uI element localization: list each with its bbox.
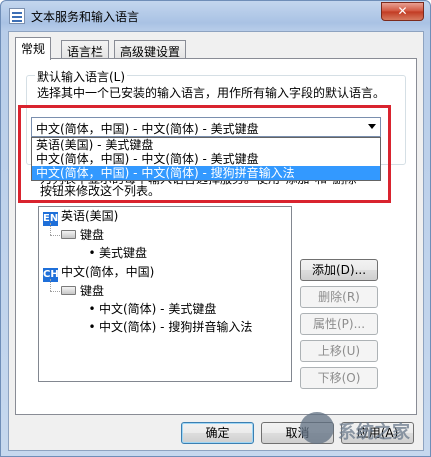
tree-node-chinese[interactable]: CH 中文(简体，中国) [43,264,155,282]
bullet-icon: • [88,320,96,334]
remove-button[interactable]: 删除(R) [300,286,378,308]
default-language-description: 选择其中一个已安装的输入语言，用作所有输入字段的默认语言。 [37,86,386,100]
tab-advanced-key-settings[interactable]: 高级键设置 [114,40,187,59]
tree-connector [50,291,60,292]
chevron-down-icon[interactable] [368,124,376,129]
tree-item-english-us-keyboard[interactable]: • 美式键盘 [85,245,147,261]
default-language-dropdown[interactable]: 中文(简体，中国) - 中文(简体) - 美式键盘 [31,117,381,137]
tree-node-english-label: 英语(美国) [61,209,119,223]
tree-node-chinese-keyboard[interactable]: 键盘 [61,283,104,299]
tree-connector [50,235,60,236]
window-title: 文本服务和输入语言 [31,10,140,24]
dropdown-option-chinese-sogou[interactable]: 中文(简体，中国) - 中文(简体) - 搜狗拼音输入法 [32,166,380,180]
tree-item-chinese-sogou[interactable]: • 中文(简体) - 搜狗拼音输入法 [85,319,252,335]
default-language-group-title: 默认输入语言(L) [35,68,128,85]
cancel-button[interactable]: 取消 [261,422,334,444]
bullet-icon: • [88,246,96,260]
tree-node-chinese-label: 中文(简体，中国) [61,265,155,279]
tree-connector [50,279,51,291]
tree-node-english[interactable]: EN 英语(美国) [43,208,119,226]
title-bar[interactable]: 文本服务和输入语言 ✕ [1,1,430,31]
tree-node-english-keyboard[interactable]: 键盘 [61,227,104,243]
dropdown-option-english-us[interactable]: 英语(美国) - 美式键盘 [32,138,380,152]
tree-item-chinese-us-keyboard-label: 中文(简体) - 美式键盘 [99,302,217,316]
tree-node-english-keyboard-label: 键盘 [80,228,105,242]
move-up-button[interactable]: 上移(U) [300,340,378,362]
installed-services-tree[interactable]: EN 英语(美国) 键盘 • 美式键盘 CH 中文(简体，中国) 键盘 • 中文(简体)… [38,206,292,382]
tree-connector [50,223,51,235]
apply-button[interactable]: 应用(A) [341,422,414,444]
bullet-icon: • [88,302,96,316]
dropdown-options-list[interactable]: 英语(美国) - 美式键盘 中文(简体，中国) - 中文(简体) - 美式键盘 … [31,137,381,181]
tree-item-chinese-us-keyboard[interactable]: • 中文(简体) - 美式键盘 [85,301,216,317]
keyboard-icon [61,230,76,239]
dropdown-option-chinese-us-keyboard[interactable]: 中文(简体，中国) - 中文(简体) - 美式键盘 [32,152,380,166]
dialog-app-icon [9,8,25,24]
dropdown-selected-value: 中文(简体，中国) - 中文(简体) - 美式键盘 [36,122,259,136]
tab-general[interactable]: 常规 [15,37,52,60]
tree-item-chinese-sogou-label: 中文(简体) - 搜狗拼音输入法 [99,320,253,334]
keyboard-icon [61,286,76,295]
ok-button[interactable]: 确定 [181,422,254,444]
tree-node-chinese-keyboard-label: 键盘 [80,284,105,298]
move-down-button[interactable]: 下移(O) [300,367,378,389]
installed-services-description: 为列表中显示的每个输入语言选择服务。使用"添加"和"删除" 按钮来修改这个列表。 [40,172,362,199]
add-button[interactable]: 添加(D)... [300,259,378,281]
properties-button[interactable]: 属性(P)... [300,313,378,335]
tree-item-english-us-keyboard-label: 美式键盘 [99,246,148,260]
close-button[interactable]: ✕ [381,2,424,21]
tab-language-bar[interactable]: 语言栏 [61,40,110,59]
